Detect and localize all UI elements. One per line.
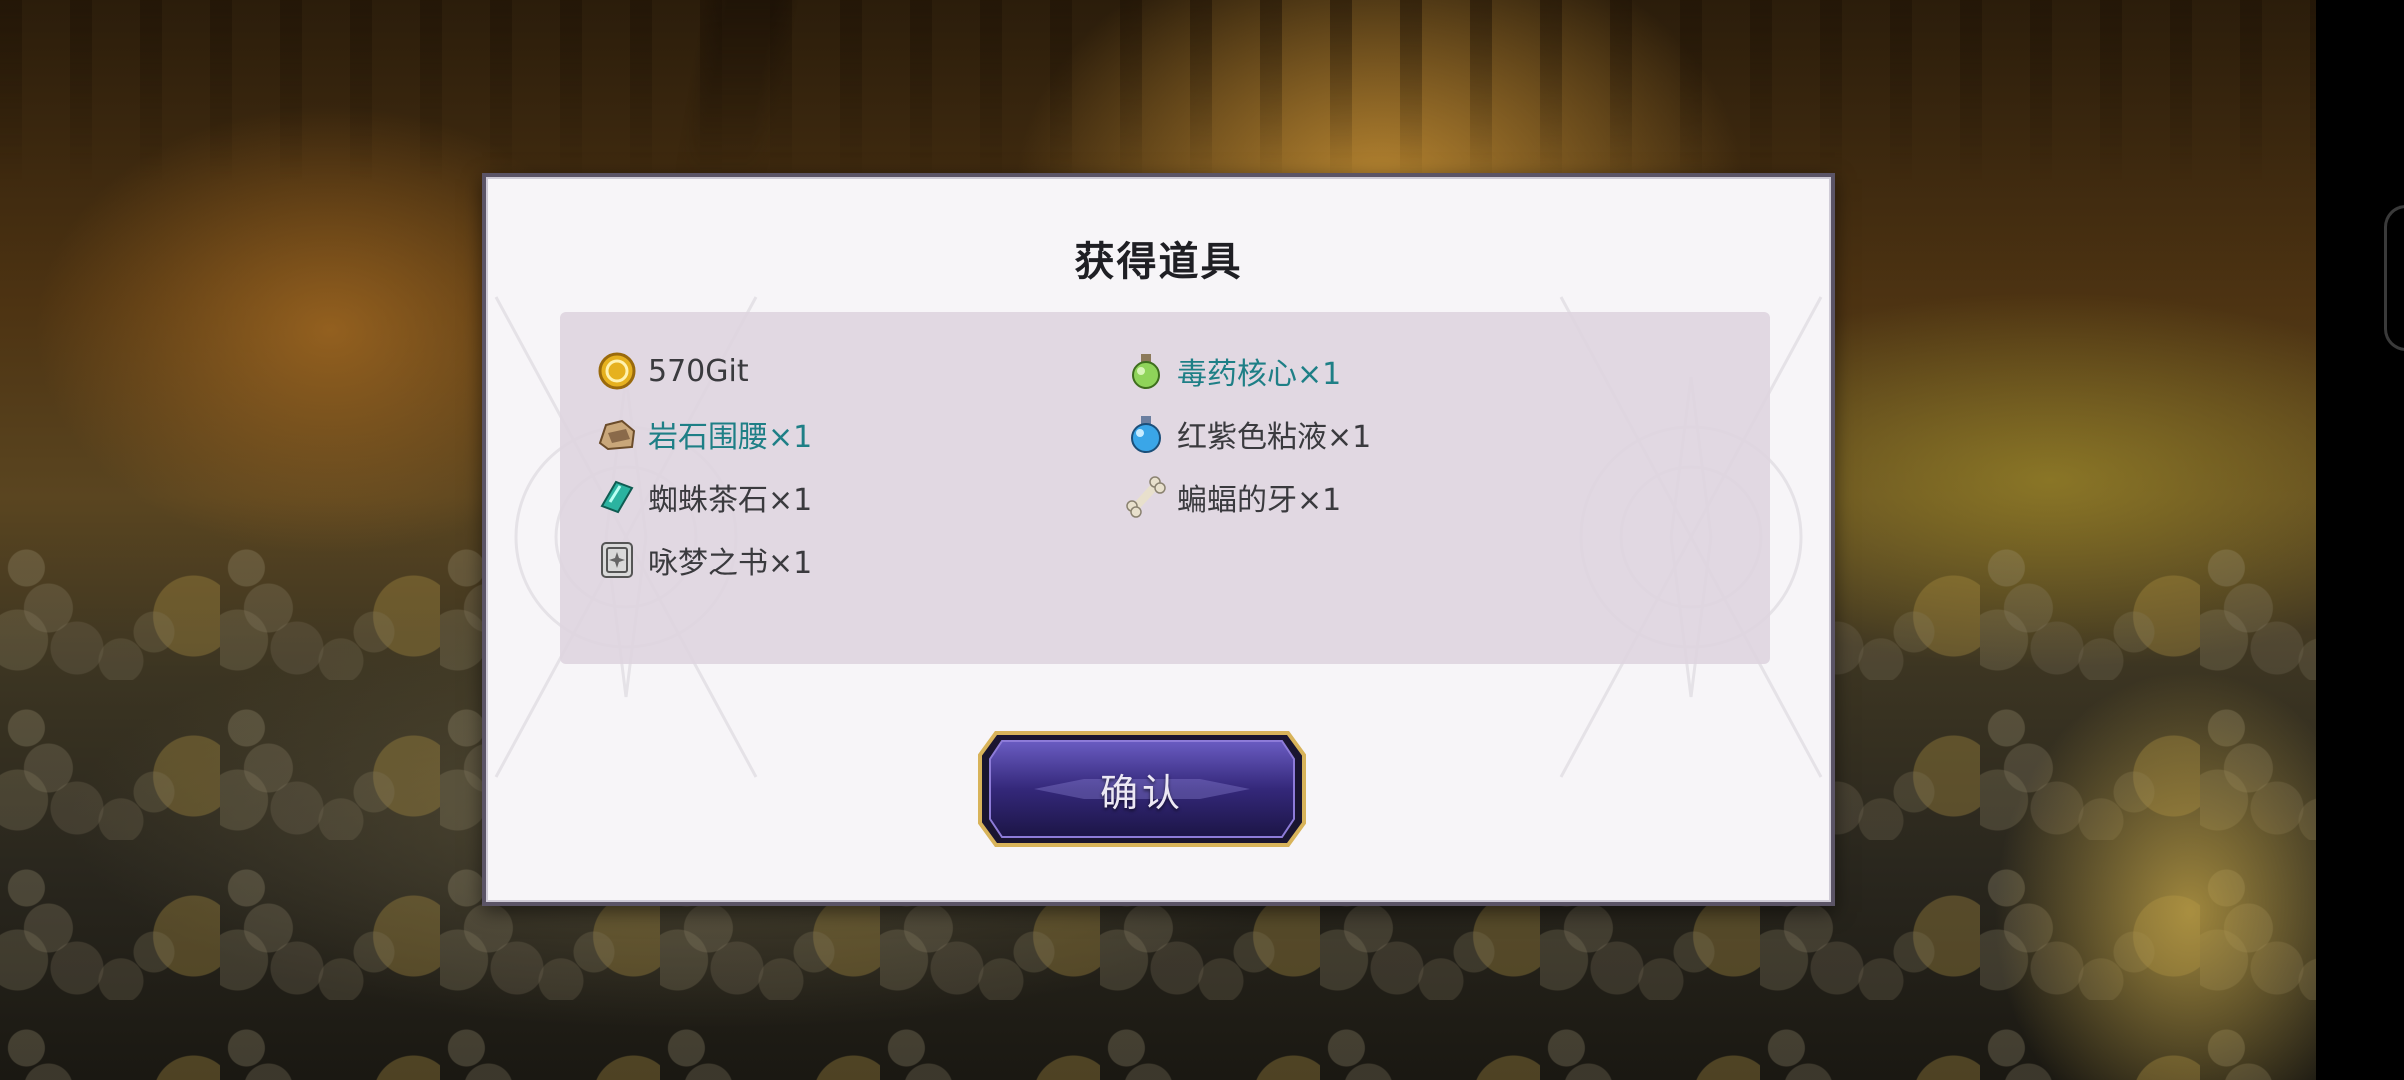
confirm-label: 确认 [1099, 770, 1184, 815]
list-item: 红紫色粘液×1 [1125, 408, 1371, 460]
bone-icon [1126, 476, 1166, 518]
list-item: 毒药核心×1 [1125, 345, 1341, 397]
item-label: 毒药核心×1 [1177, 357, 1342, 392]
gold-coin-icon [598, 352, 636, 390]
dialog-title: 获得道具 [1074, 239, 1243, 285]
item-label: 红紫色粘液×1 [1177, 420, 1372, 455]
item-reward-dialog: 获得道具 570Git 岩石围腰×1 蜘蛛茶石×1 咏梦之书×1 毒药核心×1 … [482, 173, 1835, 906]
edge-handle[interactable] [2384, 205, 2404, 351]
confirm-button[interactable]: 确认 [974, 727, 1310, 851]
reward-item-list: 570Git 岩石围腰×1 蜘蛛茶石×1 咏梦之书×1 毒药核心×1 红紫色粘液… [560, 312, 1770, 664]
item-label: 蝙蝠的牙×1 [1177, 483, 1342, 518]
blue-potion-icon [1131, 416, 1161, 453]
rock-formation [1896, 520, 2316, 1080]
item-label: 570Git [648, 353, 749, 389]
list-item: 蜘蛛茶石×1 [596, 471, 812, 523]
list-item: 咏梦之书×1 [596, 534, 812, 586]
item-label: 蜘蛛茶石×1 [648, 483, 813, 518]
teal-gem-icon [600, 480, 634, 514]
list-item: 570Git [596, 345, 749, 397]
item-label: 岩石围腰×1 [648, 420, 813, 455]
game-screen: 获得道具 570Git 岩石围腰×1 蜘蛛茶石×1 咏梦之书×1 毒药核心×1 … [0, 0, 2404, 1080]
list-item: 蝙蝠的牙×1 [1125, 471, 1341, 523]
green-potion-icon [1132, 354, 1160, 389]
screen-edge-bar [2316, 0, 2404, 1080]
stalactites [0, 0, 2316, 180]
rock-belt-icon [598, 419, 636, 451]
book-icon [601, 542, 633, 578]
list-item: 岩石围腰×1 [596, 408, 812, 460]
item-label: 咏梦之书×1 [648, 546, 813, 581]
